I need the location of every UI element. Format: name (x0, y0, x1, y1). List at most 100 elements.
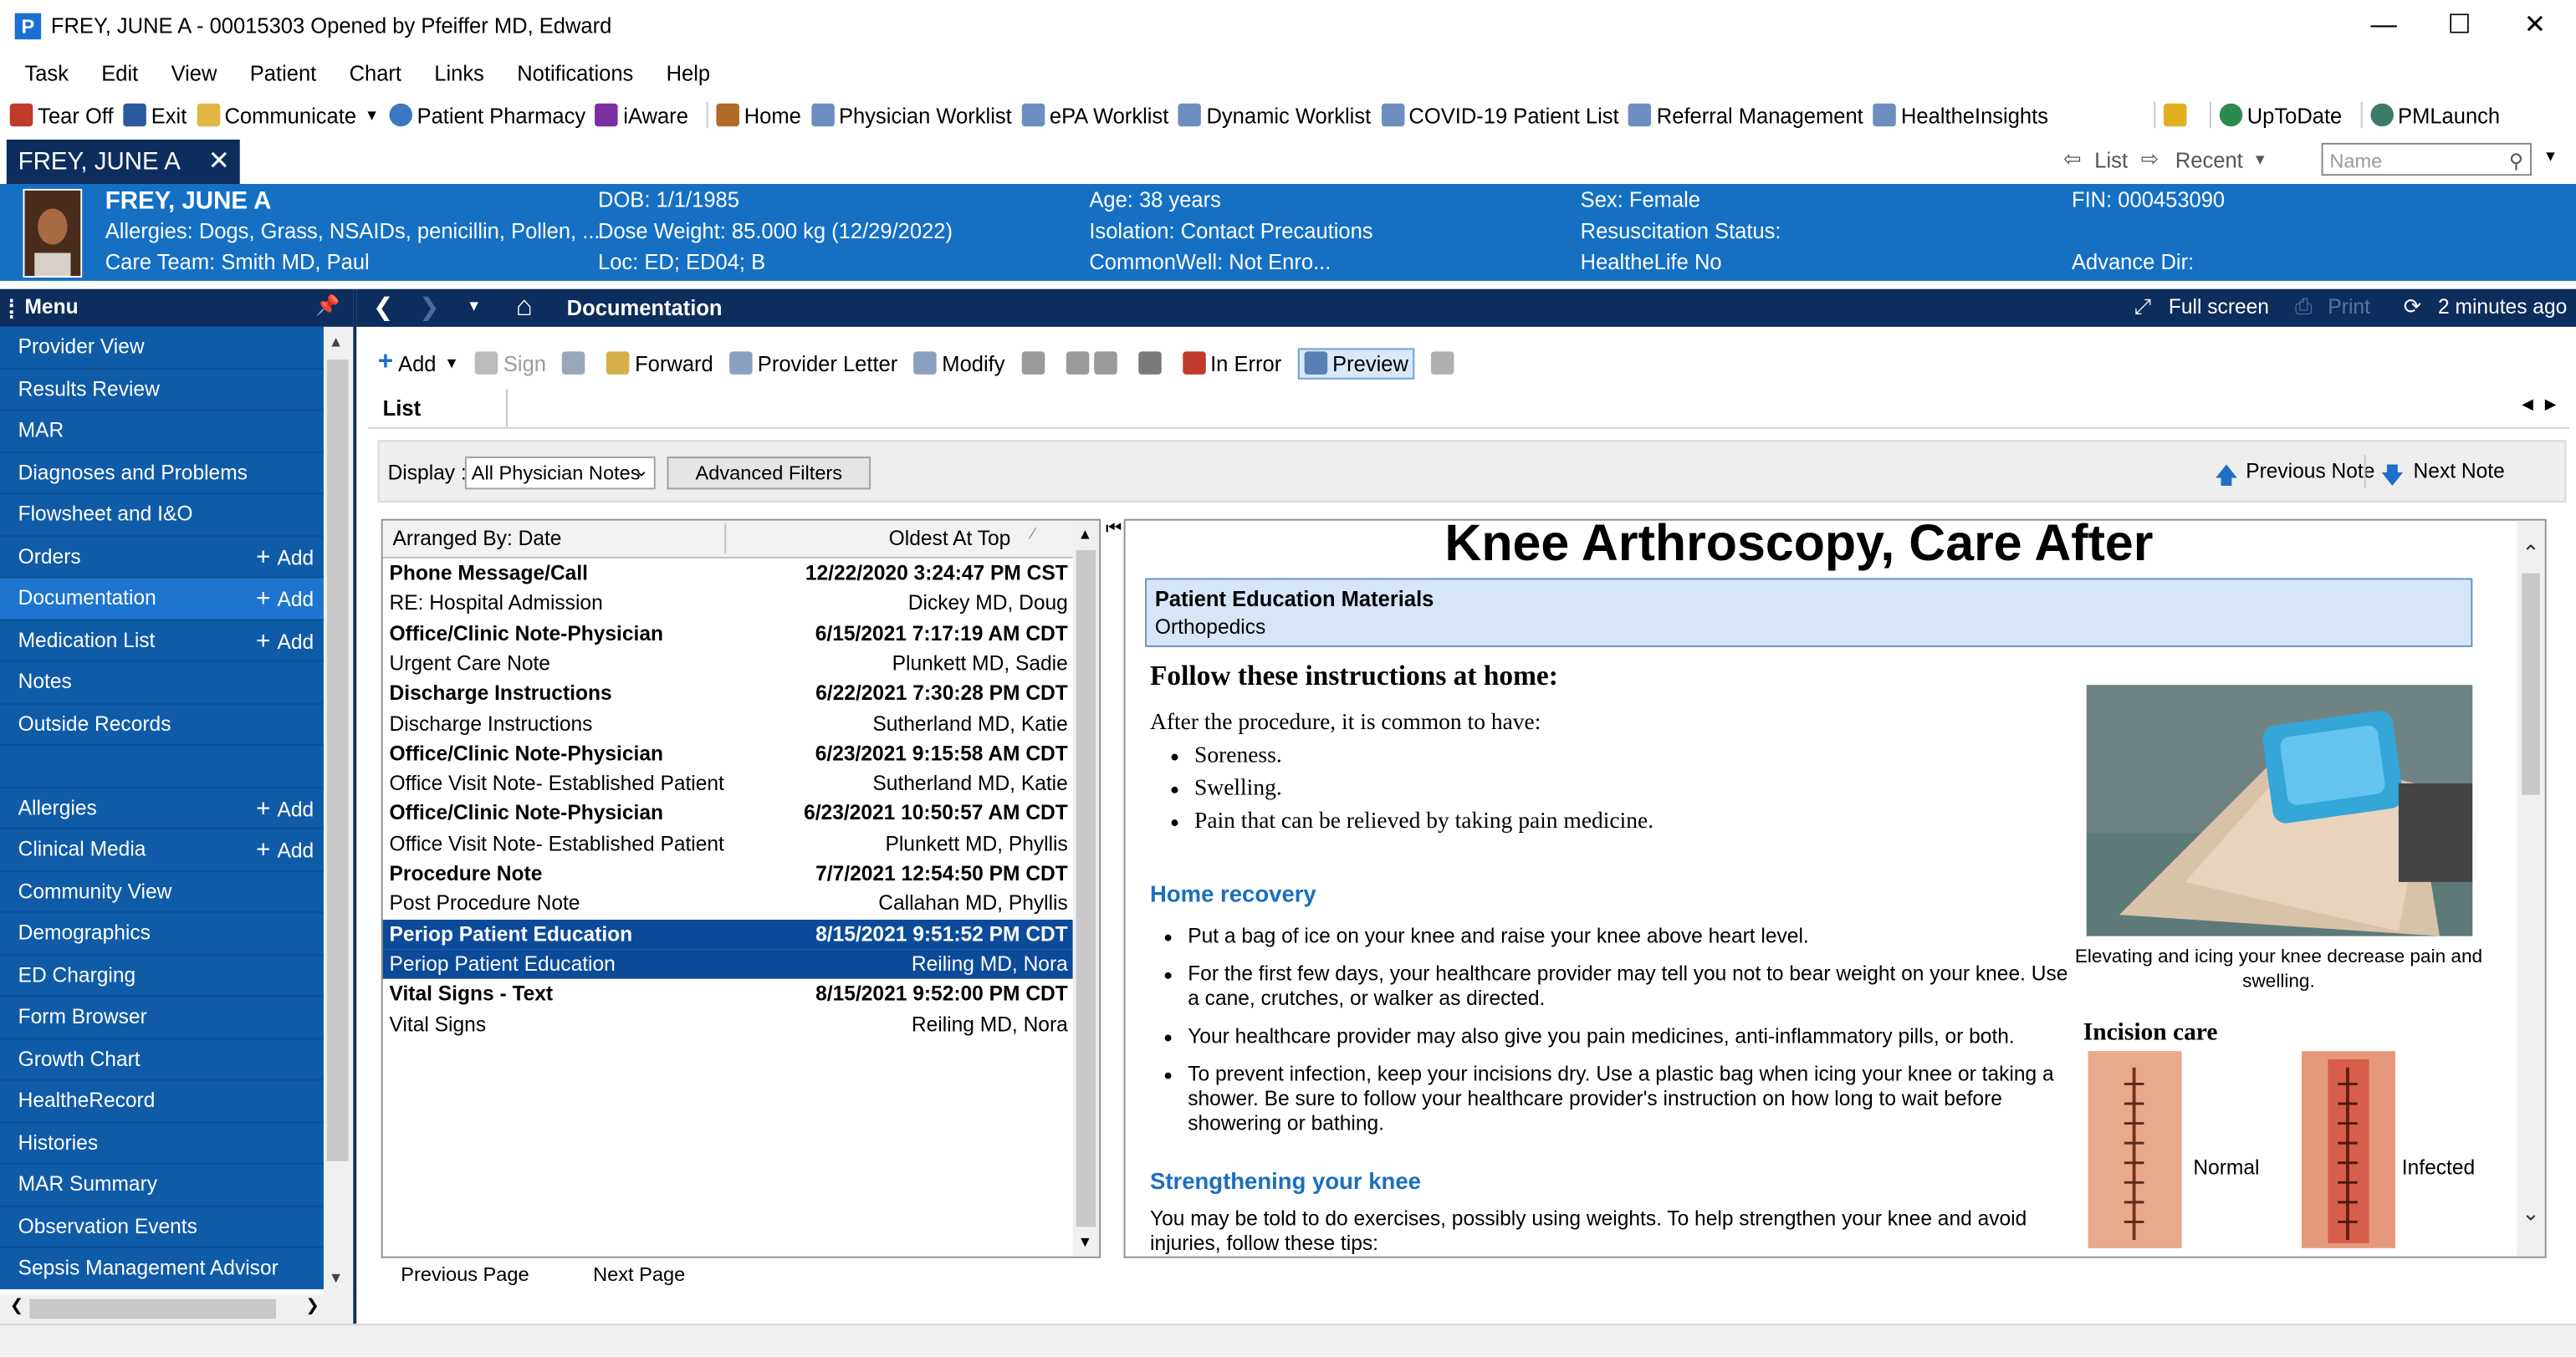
epa-worklist-button[interactable]: ePA Worklist (1021, 95, 1168, 135)
provider-letter-button[interactable]: Provider Letter (729, 350, 897, 375)
attach-button[interactable] (562, 351, 590, 375)
chevron-up-icon[interactable]: ⌃ (2522, 540, 2539, 566)
chevron-down-icon[interactable]: ⌄ (2522, 1201, 2539, 1227)
chevron-right-icon[interactable]: ▶ (2545, 395, 2557, 414)
sidebar-item-outside-records[interactable]: Outside Records (0, 704, 324, 746)
refresh-icon[interactable]: ⟳ (2404, 294, 2421, 320)
allergies[interactable]: Allergies: Dogs, Grass, NSAIDs, penicill… (105, 218, 601, 242)
scroll-thumb[interactable] (326, 360, 349, 1161)
copy-button[interactable] (1021, 351, 1049, 375)
sidebar-item-flowsheet-and-i-o[interactable]: Flowsheet and I&O (0, 494, 324, 537)
menu-notifications[interactable]: Notifications (501, 56, 650, 92)
note-row[interactable]: Periop Patient Education Reiling MD, Nora (382, 949, 1073, 980)
minimize-button[interactable]: — (2359, 7, 2409, 46)
note-row[interactable]: Vital Signs Reiling MD, Nora (383, 1009, 1073, 1039)
exit-button[interactable]: Exit (123, 95, 187, 135)
chevron-right-icon[interactable]: ❯ (305, 1298, 319, 1316)
sidebar-item-provider-view[interactable]: Provider View (0, 327, 324, 369)
sort-icon[interactable]: ⁄ (1032, 526, 1035, 544)
sidebar-item-results-review[interactable]: Results Review (0, 369, 324, 411)
sidebar-item-observation-events[interactable]: Observation Events (0, 1207, 324, 1248)
iaware-button[interactable]: iAware (595, 95, 688, 135)
menu-hscrollbar[interactable]: ❮ ❯ (0, 1293, 354, 1324)
chevron-down-icon[interactable]: ▼ (467, 298, 482, 314)
add-button[interactable]: + Add ▼ (378, 348, 459, 377)
preview-scrollbar[interactable]: ⌃ ⌄ (2517, 520, 2545, 1257)
home-button[interactable]: Home (716, 95, 801, 135)
sidebar-item-mar-summary[interactable]: MAR Summary (0, 1165, 324, 1207)
thumbs-up-button[interactable] (1066, 351, 1122, 375)
sidebar-item-clinical-media[interactable]: Clinical Media + Add (0, 829, 324, 873)
key-button[interactable] (2163, 95, 2191, 135)
chevron-up-icon[interactable]: ▲ (1078, 526, 1093, 543)
sign-button[interactable]: Sign (475, 350, 546, 375)
menu-scrollbar[interactable]: ▲ ▼ (323, 326, 354, 1296)
chevron-up-icon[interactable]: ▲ (329, 334, 344, 350)
sidebar-item-histories[interactable]: Histories (0, 1123, 324, 1165)
list-button[interactable]: List (2094, 147, 2128, 171)
covid-list-button[interactable]: COVID-19 Patient List (1381, 95, 1619, 135)
forward-arrow-icon[interactable]: ⇨ (2141, 146, 2159, 172)
chevron-left-icon[interactable]: ❮ (10, 1298, 23, 1316)
referral-management-button[interactable]: Referral Management (1628, 95, 1863, 135)
tab-list[interactable]: List (368, 389, 508, 427)
patient-search-input[interactable]: Name ⚲ (2321, 142, 2532, 176)
sidebar-add-button[interactable]: + Add (256, 620, 314, 664)
chevron-down-icon[interactable]: ▼ (329, 1269, 344, 1286)
back-arrow-icon[interactable]: ❮ (373, 293, 394, 322)
sidebar-item-growth-chart[interactable]: Growth Chart (0, 1038, 324, 1081)
sidebar-item-allergies[interactable]: Allergies + Add (0, 788, 324, 829)
collapse-left-icon[interactable]: ⏮ (1106, 519, 1122, 541)
previous-note-button[interactable]: Previous Note (2246, 460, 2374, 483)
display-select[interactable]: All Physician Notes ⌄ (464, 457, 656, 490)
modify-button[interactable]: Modify (913, 350, 1005, 375)
sidebar-add-button[interactable]: + Add (256, 788, 314, 831)
note-row[interactable]: Urgent Care Note Plunkett MD, Sadie (383, 649, 1073, 679)
maximize-button[interactable]: ☐ (2435, 7, 2484, 46)
close-icon[interactable]: ✕ (208, 145, 230, 177)
menu-edit[interactable]: Edit (85, 56, 155, 92)
menu-view[interactable]: View (155, 56, 233, 92)
menu-chart[interactable]: Chart (333, 56, 418, 92)
next-note-button[interactable]: Next Note (2414, 460, 2505, 483)
previous-page-button[interactable]: Previous Page (401, 1263, 529, 1287)
sidebar-item-healtherecord[interactable]: HealtheRecord (0, 1081, 324, 1123)
sort-order-label[interactable]: Oldest At Top (889, 528, 1011, 551)
in-error-button[interactable]: In Error (1182, 350, 1281, 375)
chevron-down-icon[interactable]: ▼ (1078, 1233, 1093, 1250)
tear-off-button[interactable]: Tear Off (9, 95, 114, 135)
sidebar-item-sepsis-management-advisor[interactable]: Sepsis Management Advisor (0, 1248, 324, 1289)
arrow-up-icon[interactable]: 🡅 (2215, 458, 2238, 497)
note-row[interactable]: Office Visit Note- Established Patient Pl… (383, 829, 1073, 859)
physician-worklist-button[interactable]: Physician Worklist (810, 95, 1012, 135)
fullscreen-icon[interactable]: ⤢ (2134, 294, 2151, 320)
scroll-thumb[interactable] (29, 1298, 277, 1319)
home-icon[interactable]: ⌂ (516, 291, 533, 324)
note-row[interactable]: Vital Signs - Text 8/15/2021 9:52:00 PM C… (383, 979, 1073, 1009)
advanced-filters-button[interactable]: Advanced Filters (667, 457, 871, 490)
scroll-thumb[interactable] (2522, 573, 2540, 795)
printer-icon[interactable]: ⎙ (2295, 294, 2312, 320)
healtheinsights-button[interactable]: HealtheInsights (1873, 95, 2048, 135)
note-row[interactable]: Discharge Instructions 6/22/2021 7:30:28 … (383, 679, 1073, 709)
sidebar-add-button[interactable]: + Add (256, 829, 314, 873)
sidebar-item-medication-list[interactable]: Medication List + Add (0, 620, 324, 662)
recent-button[interactable]: Recent (2175, 147, 2243, 171)
note-row[interactable]: RE: Hospital Admission Dickey MD, Doug (383, 589, 1073, 619)
sidebar-item-form-browser[interactable]: Form Browser (0, 997, 324, 1039)
note-row[interactable]: Procedure Note 7/7/2021 12:54:50 PM CDT (383, 859, 1073, 889)
note-list-scrollbar[interactable]: ▲ ▼ (1072, 520, 1100, 1257)
chevron-down-icon[interactable]: ▼ (2543, 148, 2558, 165)
sidebar-item-demographics[interactable]: Demographics (0, 913, 324, 956)
patient-tab[interactable]: FREY, JUNE A ✕ (6, 139, 240, 185)
forward-button[interactable]: Forward (606, 350, 713, 375)
sidebar-item-community-view[interactable]: Community View (0, 871, 324, 914)
dynamic-worklist-button[interactable]: Dynamic Worklist (1178, 95, 1371, 135)
sidebar-item-notes[interactable]: Notes (0, 662, 324, 704)
stop-button[interactable] (1137, 351, 1166, 375)
note-row[interactable]: Periop Patient Education 8/15/2021 9:51:5… (382, 919, 1073, 950)
note-row[interactable]: Post Procedure Note Callahan MD, Phyllis (383, 889, 1073, 919)
forward-arrow-icon[interactable]: ❯ (419, 293, 440, 322)
next-page-button[interactable]: Next Page (593, 1263, 685, 1287)
print-button[interactable]: Print (2328, 296, 2369, 319)
